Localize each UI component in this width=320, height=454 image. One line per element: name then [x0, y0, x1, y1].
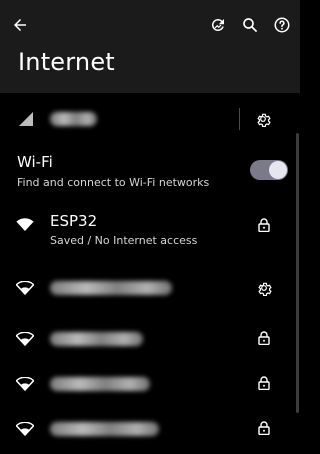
- network-name-redacted: [50, 332, 143, 346]
- toggle-knob: [269, 161, 287, 179]
- page-title: Internet: [18, 48, 115, 76]
- network-name-redacted: [50, 281, 172, 295]
- gear-icon[interactable]: [255, 279, 273, 297]
- wifi-network-row[interactable]: [0, 405, 300, 453]
- wifi-network-row[interactable]: [0, 360, 300, 408]
- wifi-icon: [16, 331, 34, 347]
- mobile-network-row[interactable]: [0, 93, 300, 145]
- arrow-back-icon: [14, 19, 26, 31]
- wifi-title: Wi-Fi: [17, 153, 53, 171]
- row-divider: [239, 108, 240, 130]
- wifi-icon: [16, 376, 34, 392]
- network-name: ESP32: [50, 212, 98, 230]
- network-name-redacted: [50, 377, 150, 391]
- wifi-icon: [16, 280, 34, 296]
- wifi-subtitle: Find and connect to Wi-Fi networks: [17, 176, 210, 189]
- app-bar: Internet: [0, 0, 300, 93]
- network-status: Saved / No Internet access: [50, 234, 198, 247]
- lock-icon: [257, 375, 271, 391]
- wifi-icon: [16, 421, 34, 437]
- wifi-icon: [16, 217, 34, 233]
- scrollbar[interactable]: [296, 133, 299, 413]
- search-icon: [243, 18, 257, 32]
- carrier-name-redacted: [50, 112, 97, 126]
- refresh-icon: [211, 18, 224, 31]
- wifi-network-row[interactable]: [0, 264, 300, 312]
- cellular-signal-icon: [17, 110, 35, 128]
- refresh-button[interactable]: [207, 14, 229, 36]
- wifi-network-row[interactable]: ESP32 Saved / No Internet access: [0, 203, 300, 251]
- settings-list: Wi-Fi Find and connect to Wi-Fi networks…: [0, 93, 300, 454]
- search-button[interactable]: [239, 14, 261, 36]
- wifi-toggle-switch[interactable]: [250, 160, 288, 180]
- gear-icon[interactable]: [254, 110, 272, 128]
- back-button[interactable]: [9, 14, 31, 36]
- lock-icon: [257, 330, 271, 346]
- wifi-network-row[interactable]: [0, 315, 300, 363]
- lock-icon: [257, 420, 271, 436]
- help-button[interactable]: [271, 14, 293, 36]
- network-name-redacted: [50, 422, 159, 436]
- help-icon: [274, 17, 290, 33]
- lock-icon: [257, 217, 271, 233]
- wifi-toggle-row[interactable]: Wi-Fi Find and connect to Wi-Fi networks: [0, 145, 300, 197]
